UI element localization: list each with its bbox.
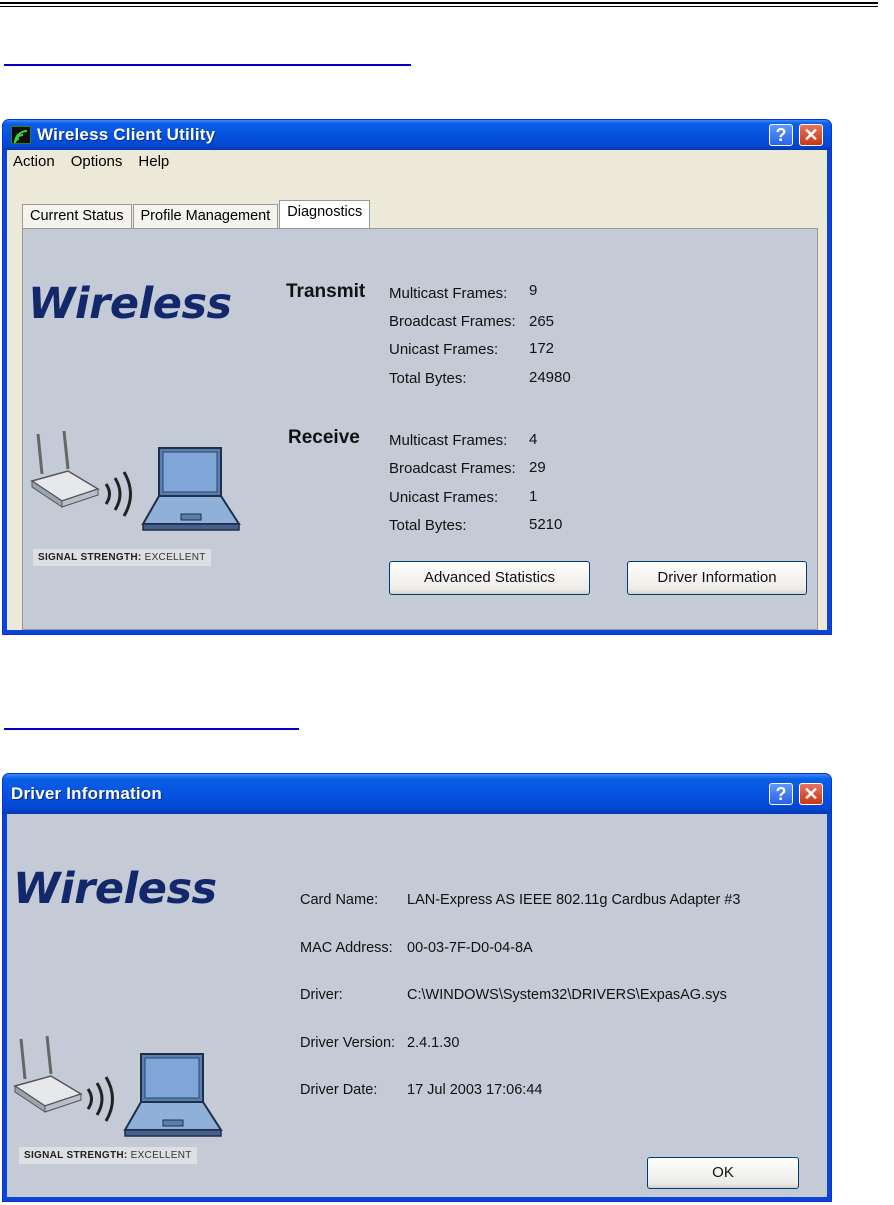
tab-current-status[interactable]: Current Status bbox=[22, 204, 132, 228]
signal-strength-label: SIGNAL STRENGTH: EXCELLENT bbox=[33, 549, 211, 566]
driver-version-value: 2.4.1.30 bbox=[407, 1035, 460, 1051]
window-title: Wireless Client Utility bbox=[37, 125, 216, 144]
tx-unicast-label: Unicast Frames: bbox=[389, 341, 499, 358]
help-icon[interactable]: ? bbox=[769, 783, 793, 805]
tab-strip: Current Status Profile Management Diagno… bbox=[22, 200, 371, 228]
rx-totalbytes-label: Total Bytes: bbox=[389, 517, 467, 534]
wireless-app-icon bbox=[11, 126, 31, 144]
card-name-label: Card Name: bbox=[300, 892, 379, 908]
transmit-title: Transmit bbox=[286, 281, 366, 302]
close-icon[interactable]: ✕ bbox=[799, 783, 823, 805]
menubar: Action Options Help bbox=[7, 150, 827, 172]
receive-title: Receive bbox=[288, 427, 360, 448]
tx-multicast-label: Multicast Frames: bbox=[389, 285, 508, 302]
driver-date-value: 17 Jul 2003 17:06:44 bbox=[407, 1082, 543, 1098]
hyperlink-underline-1[interactable] bbox=[4, 64, 411, 66]
rx-unicast-value: 1 bbox=[529, 488, 538, 505]
rx-totalbytes-value: 5210 bbox=[529, 516, 563, 533]
titlebar[interactable]: Wireless Client Utility ? ✕ bbox=[3, 120, 831, 150]
wireless-client-utility-window: Wireless Client Utility ? ✕ Action Optio… bbox=[2, 119, 832, 635]
mac-address-value: 00-03-7F-D0-04-8A bbox=[407, 940, 533, 956]
rx-unicast-label: Unicast Frames: bbox=[389, 489, 499, 506]
tx-totalbytes-label: Total Bytes: bbox=[389, 370, 467, 387]
rx-broadcast-value: 29 bbox=[529, 459, 546, 476]
laptop-icon bbox=[141, 447, 241, 531]
signal-strength-value: EXCELLENT bbox=[144, 552, 206, 563]
titlebar[interactable]: Driver Information ? ✕ bbox=[3, 774, 831, 814]
window-title: Driver Information bbox=[11, 784, 162, 803]
rx-multicast-value: 4 bbox=[529, 431, 538, 448]
advanced-statistics-button[interactable]: Advanced Statistics bbox=[389, 561, 590, 595]
signal-waves-icon bbox=[104, 471, 132, 517]
card-name-value: LAN-Express AS IEEE 802.11g Cardbus Adap… bbox=[407, 892, 741, 908]
laptop-icon bbox=[123, 1053, 223, 1137]
wireless-logo: Wireless bbox=[13, 864, 217, 914]
driver-version-label: Driver Version: bbox=[300, 1035, 396, 1051]
window-client-area: Action Options Help Current Status Profi… bbox=[7, 150, 827, 630]
tx-broadcast-value: 265 bbox=[529, 313, 555, 330]
help-icon[interactable]: ? bbox=[769, 124, 793, 146]
mac-address-label: MAC Address: bbox=[300, 940, 393, 956]
menu-options[interactable]: Options bbox=[71, 153, 123, 170]
tab-profile-management[interactable]: Profile Management bbox=[132, 204, 279, 228]
wireless-logo: Wireless bbox=[28, 279, 232, 329]
menu-action[interactable]: Action bbox=[13, 153, 55, 170]
diagnostics-panel: Wireless SIGNAL STRENGTH: EXCELLENT Tran… bbox=[22, 228, 818, 630]
signal-waves-icon bbox=[86, 1076, 114, 1122]
tx-totalbytes-value: 24980 bbox=[529, 369, 571, 386]
signal-strength-title: SIGNAL STRENGTH: bbox=[24, 1150, 128, 1161]
ok-button[interactable]: OK bbox=[647, 1157, 799, 1189]
driver-path-value: C:\WINDOWS\System32\DRIVERS\ExpasAG.sys bbox=[407, 987, 727, 1003]
menu-help[interactable]: Help bbox=[138, 153, 169, 170]
signal-strength-label: SIGNAL STRENGTH: EXCELLENT bbox=[19, 1147, 197, 1164]
signal-strength-value: EXCELLENT bbox=[130, 1150, 192, 1161]
tx-broadcast-label: Broadcast Frames: bbox=[389, 313, 516, 330]
driver-information-window: Driver Information ? ✕ Wireless SIGNAL S… bbox=[2, 773, 832, 1202]
tx-unicast-value: 172 bbox=[529, 340, 555, 357]
driver-info-client: Wireless SIGNAL STRENGTH: EXCELLENT Card… bbox=[7, 814, 827, 1197]
driver-label: Driver: bbox=[300, 987, 343, 1003]
tab-diagnostics[interactable]: Diagnostics bbox=[279, 200, 371, 228]
signal-strength-title: SIGNAL STRENGTH: bbox=[38, 552, 142, 563]
driver-information-button[interactable]: Driver Information bbox=[627, 561, 807, 595]
close-icon[interactable]: ✕ bbox=[799, 124, 823, 146]
driver-date-label: Driver Date: bbox=[300, 1082, 378, 1098]
hyperlink-underline-2[interactable] bbox=[4, 728, 299, 730]
rx-multicast-label: Multicast Frames: bbox=[389, 432, 508, 449]
tx-multicast-value: 9 bbox=[529, 282, 538, 299]
rx-broadcast-label: Broadcast Frames: bbox=[389, 460, 516, 477]
page-top-rule bbox=[0, 2, 878, 7]
